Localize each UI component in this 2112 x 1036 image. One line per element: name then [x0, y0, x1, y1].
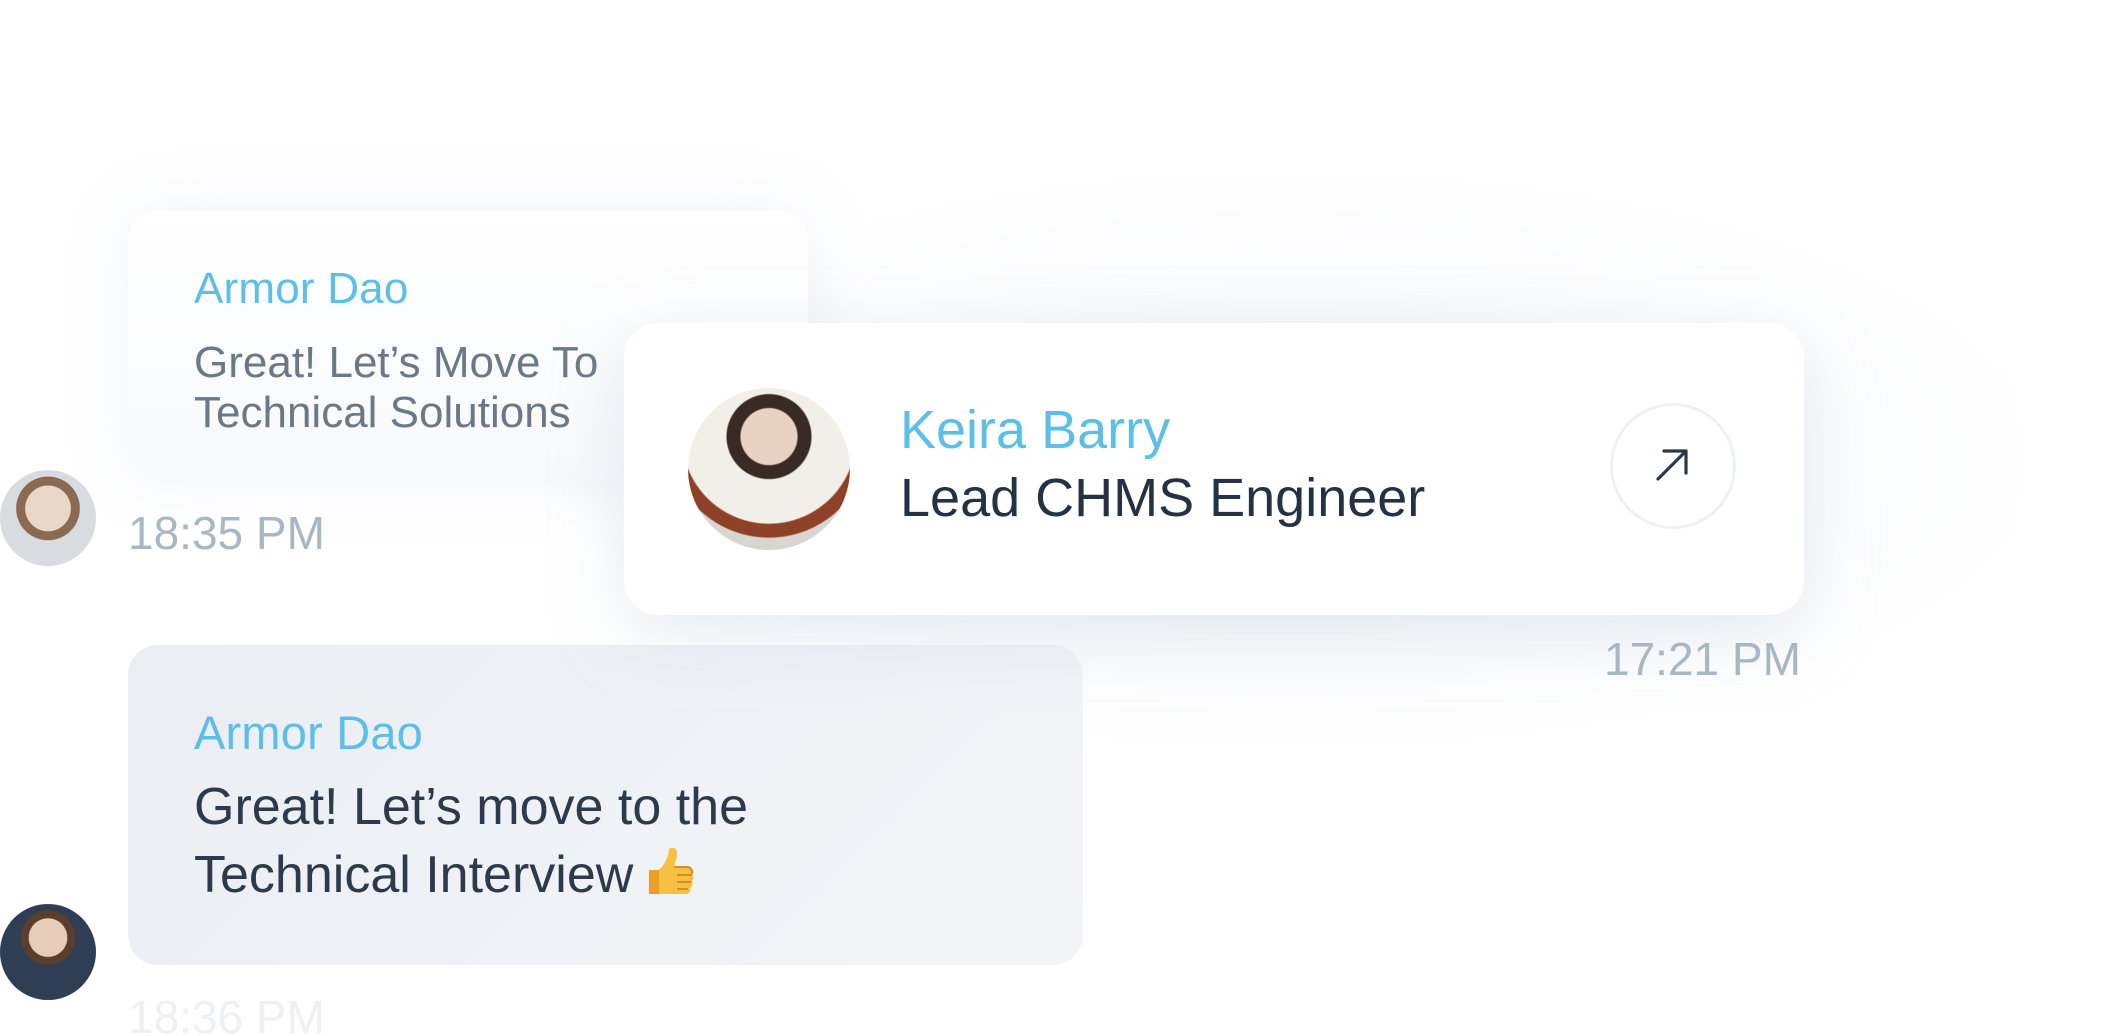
message-line: Great! Let’s Move To	[194, 338, 599, 387]
message-timestamp: 18:36 PM	[128, 991, 325, 1036]
avatar[interactable]	[0, 470, 96, 566]
sender-name: Armor Dao	[194, 264, 409, 313]
thumbs-up-icon	[641, 844, 697, 917]
profile-name: Keira Barry	[900, 400, 1171, 460]
arrow-up-right-icon	[1650, 441, 1696, 492]
sender-name: Armor Dao	[194, 706, 424, 759]
message-line-with-emoji: Technical Interview	[194, 841, 748, 917]
message-line: Technical Solutions	[194, 388, 571, 437]
message-line: Technical Interview	[194, 846, 634, 904]
open-profile-button[interactable]	[1610, 403, 1736, 529]
message-text: Great! Let’s Move To Technical Solutions	[194, 338, 598, 438]
message-text: Great! Let’s move to the Technical Inter…	[194, 773, 748, 917]
chat-canvas: Armor Dao Great! Let’s Move To Technical…	[0, 0, 2112, 1036]
message-bubble[interactable]: Armor Dao Great! Let’s move to the Techn…	[128, 645, 1083, 965]
message-timestamp: 18:35 PM	[128, 507, 325, 559]
message-line: Great! Let’s move to the	[194, 778, 748, 836]
profile-role: Lead CHMS Engineer	[900, 468, 1426, 528]
card-timestamp: 17:21 PM	[1604, 633, 1801, 685]
profile-card[interactable]: Keira Barry Lead CHMS Engineer	[624, 323, 1804, 615]
avatar[interactable]	[0, 904, 96, 1000]
avatar	[688, 388, 850, 550]
